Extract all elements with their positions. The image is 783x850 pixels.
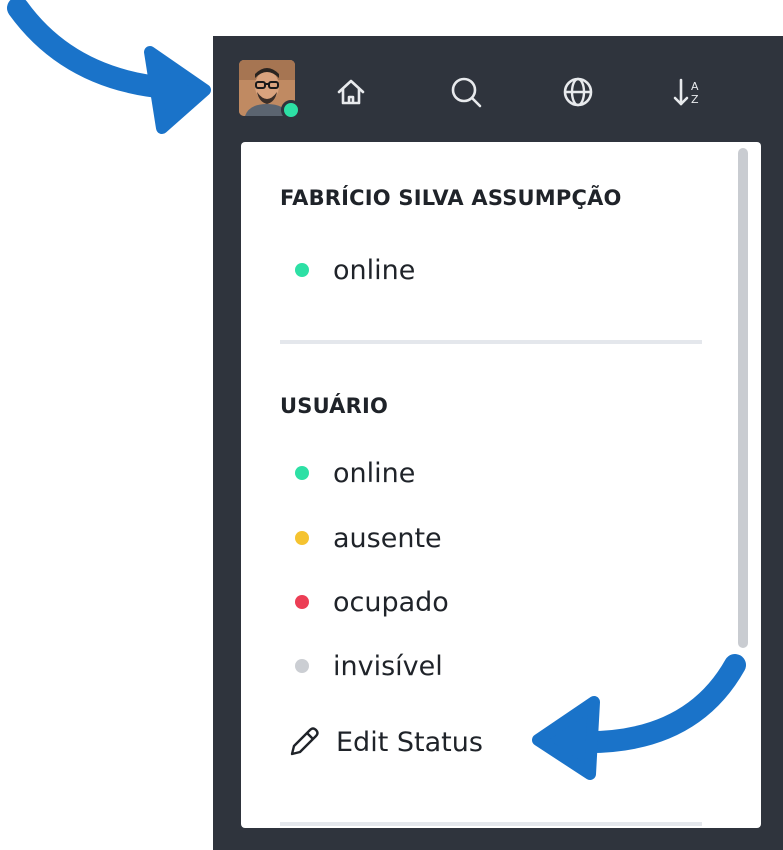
sidebar-topbar: A Z bbox=[213, 36, 783, 142]
edit-status-button[interactable]: Edit Status bbox=[286, 722, 483, 762]
arrow-pointing-avatar-icon bbox=[7, 0, 211, 134]
search-icon[interactable] bbox=[446, 72, 486, 112]
globe-icon[interactable] bbox=[558, 72, 598, 112]
status-online-dot bbox=[295, 263, 309, 277]
home-icon[interactable] bbox=[331, 72, 371, 112]
current-status-label: online bbox=[333, 254, 416, 286]
user-name-heading: FABRÍCIO SILVA ASSUMPÇÃO bbox=[280, 186, 622, 210]
status-section-title: USUÁRIO bbox=[280, 394, 389, 418]
sort-letter-z: Z bbox=[691, 93, 699, 106]
status-option-invisible[interactable]: invisível bbox=[295, 646, 443, 686]
divider bbox=[280, 340, 702, 344]
status-option-busy[interactable]: ocupado bbox=[295, 582, 449, 622]
status-invisible-dot bbox=[295, 659, 309, 673]
divider bbox=[280, 822, 702, 826]
current-status: online bbox=[295, 250, 415, 290]
status-busy-dot bbox=[295, 595, 309, 609]
status-option-label: invisível bbox=[333, 650, 443, 682]
status-option-away[interactable]: ausente bbox=[295, 518, 442, 558]
dropdown-scrollbar[interactable] bbox=[738, 148, 748, 648]
status-option-label: ocupado bbox=[333, 586, 449, 618]
status-online-dot bbox=[295, 466, 309, 480]
status-option-label: online bbox=[333, 457, 416, 489]
edit-status-label: Edit Status bbox=[336, 726, 483, 758]
avatar-status-dot bbox=[281, 100, 301, 120]
status-option-online[interactable]: online bbox=[295, 453, 415, 493]
pencil-icon bbox=[290, 727, 319, 756]
status-away-dot bbox=[295, 531, 309, 545]
sort-az-icon[interactable]: A Z bbox=[669, 72, 709, 112]
status-option-label: ausente bbox=[333, 522, 442, 554]
sort-letter-a: A bbox=[691, 80, 699, 93]
arrow-pointing-edit-status-icon bbox=[532, 654, 746, 780]
